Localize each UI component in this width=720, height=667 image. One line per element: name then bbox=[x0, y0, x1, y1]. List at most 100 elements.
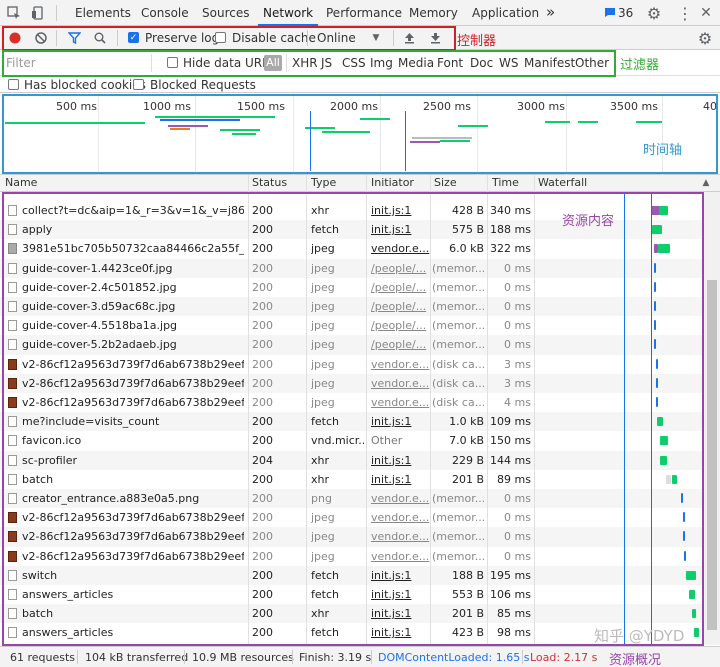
column-time[interactable]: Time bbox=[492, 176, 519, 189]
request-initiator[interactable]: vendor.e... bbox=[371, 242, 431, 255]
request-initiator[interactable]: vendor.e... bbox=[371, 396, 431, 409]
column-status[interactable]: Status bbox=[252, 176, 287, 189]
search-icon[interactable] bbox=[92, 30, 108, 46]
export-har-icon[interactable] bbox=[428, 30, 442, 46]
import-har-icon[interactable] bbox=[402, 30, 416, 46]
request-initiator[interactable]: init.js:1 bbox=[371, 415, 431, 428]
filter-css[interactable]: CSS bbox=[342, 56, 366, 70]
request-name[interactable]: collect?t=dc&aip=1&_r=3&v=1&_v=j86&ti... bbox=[22, 204, 244, 217]
request-initiator[interactable]: init.js:1 bbox=[371, 588, 431, 601]
request-initiator[interactable]: vendor.e... bbox=[371, 530, 431, 543]
column-initiator[interactable]: Initiator bbox=[371, 176, 414, 189]
request-name[interactable]: sc-profiler bbox=[22, 454, 244, 467]
request-name[interactable]: v2-86cf12a9563d739f7d6ab6738b29eef5_x... bbox=[22, 550, 244, 563]
tab-sources[interactable]: Sources bbox=[202, 6, 249, 20]
tab-memory[interactable]: Memory bbox=[409, 6, 458, 20]
tab-application[interactable]: Application bbox=[472, 6, 539, 20]
request-initiator[interactable]: init.js:1 bbox=[371, 626, 431, 639]
request-initiator[interactable]: /people/... bbox=[371, 338, 431, 351]
request-name[interactable]: batch bbox=[22, 473, 244, 486]
tab-console[interactable]: Console bbox=[141, 6, 189, 20]
table-row[interactable]: creator_entrance.a883e0a5.png 200 png vendo… bbox=[0, 489, 704, 509]
more-options-icon[interactable]: ⋮ bbox=[676, 4, 694, 23]
issues-icon[interactable] bbox=[604, 6, 616, 18]
filter-ws[interactable]: WS bbox=[499, 56, 518, 70]
column-waterfall[interactable]: Waterfall bbox=[538, 176, 587, 189]
request-name[interactable]: guide-cover-1.4423ce0f.jpg bbox=[22, 262, 244, 275]
request-name[interactable]: me?include=visits_count bbox=[22, 415, 244, 428]
request-initiator[interactable]: init.js:1 bbox=[371, 223, 431, 236]
request-name[interactable]: guide-cover-4.5518ba1a.jpg bbox=[22, 319, 244, 332]
table-row[interactable]: guide-cover-2.4c501852.jpg 200 jpeg/people… bbox=[0, 278, 704, 297]
request-name[interactable]: guide-cover-3.d59ac68c.jpg bbox=[22, 300, 244, 313]
request-initiator[interactable]: init.js:1 bbox=[371, 454, 431, 467]
request-initiator[interactable]: vendor.e... bbox=[371, 550, 431, 563]
request-name[interactable]: apply bbox=[22, 223, 244, 236]
table-row[interactable]: batch 200 xhr init.js:1 201 B 89 ms bbox=[0, 470, 704, 489]
blocked-requests-checkbox[interactable] bbox=[133, 79, 144, 90]
request-name[interactable]: v2-86cf12a9563d739f7d6ab6738b29eef5_xl..… bbox=[22, 530, 244, 543]
has-blocked-cookies-checkbox[interactable] bbox=[8, 79, 19, 90]
filter-all-button[interactable]: All bbox=[264, 55, 282, 71]
request-initiator[interactable]: /people/... bbox=[371, 300, 431, 313]
request-name[interactable]: answers_articles bbox=[22, 588, 244, 601]
request-name[interactable]: batch bbox=[22, 607, 244, 620]
inspect-element-icon[interactable] bbox=[6, 5, 22, 21]
table-row[interactable]: v2-86cf12a9563d739f7d6ab6738b29eef5_xl..… bbox=[0, 527, 704, 547]
filter-img[interactable]: Img bbox=[370, 56, 393, 70]
tab-elements[interactable]: Elements bbox=[75, 6, 131, 20]
more-tabs-button[interactable]: » bbox=[546, 3, 555, 21]
filter-xhr[interactable]: XHR bbox=[292, 56, 318, 70]
column-size[interactable]: Size bbox=[434, 176, 457, 189]
request-name[interactable]: v2-86cf12a9563d739f7d6ab6738b29eef5_xl..… bbox=[22, 358, 244, 371]
table-row[interactable]: 3981e51bc705b50732caa84466c2a55f_s.jpg 20… bbox=[0, 239, 704, 258]
clear-icon[interactable] bbox=[33, 30, 49, 46]
table-row[interactable]: v2-86cf12a9563d739f7d6ab6738b29eef5_xl..… bbox=[0, 355, 704, 374]
table-row[interactable]: favicon.ico 200 vnd.micr... Other 7.0 kB 150 … bbox=[0, 431, 704, 450]
request-initiator[interactable]: vendor.e... bbox=[371, 377, 431, 390]
table-row[interactable]: v2-86cf12a9563d739f7d6ab6738b29eef5_x...… bbox=[0, 393, 704, 412]
table-row[interactable]: guide-cover-4.5518ba1a.jpg 200 jpeg/people… bbox=[0, 316, 704, 335]
request-initiator[interactable]: vendor.e... bbox=[371, 511, 431, 524]
request-initiator[interactable]: /people/... bbox=[371, 281, 431, 294]
tab-performance[interactable]: Performance bbox=[326, 6, 402, 20]
request-name[interactable]: v2-86cf12a9563d739f7d6ab6738b29eef5_x... bbox=[22, 396, 244, 409]
sort-arrow-icon[interactable]: ▲ bbox=[700, 177, 712, 189]
settings-gear-icon[interactable]: ⚙ bbox=[645, 4, 663, 23]
table-row[interactable]: switch 200 fetch init.js:1 188 B 195 ms bbox=[0, 565, 704, 585]
request-initiator[interactable]: init.js:1 bbox=[371, 607, 431, 620]
filter-manifest[interactable]: Manifest bbox=[524, 56, 575, 70]
record-icon[interactable] bbox=[7, 30, 23, 46]
table-row[interactable]: batch 200 xhr init.js:1 201 B 85 ms bbox=[0, 604, 704, 624]
tab-network[interactable]: Network bbox=[263, 6, 313, 20]
request-initiator[interactable]: init.js:1 bbox=[371, 204, 431, 217]
vertical-scrollbar-thumb[interactable] bbox=[707, 280, 717, 630]
request-name[interactable]: creator_entrance.a883e0a5.png bbox=[22, 492, 244, 505]
issues-count[interactable]: 36 bbox=[618, 6, 633, 20]
request-initiator[interactable]: Other bbox=[371, 434, 431, 447]
request-name[interactable]: answers_articles bbox=[22, 626, 244, 639]
network-settings-gear-icon[interactable]: ⚙ bbox=[696, 29, 714, 48]
table-row[interactable]: guide-cover-1.4423ce0f.jpg 200 jpeg/people… bbox=[0, 258, 704, 278]
filter-font[interactable]: Font bbox=[437, 56, 463, 70]
filter-media[interactable]: Media bbox=[398, 56, 434, 70]
table-row[interactable]: answers_articles 200 fetch init.js:1 553 B 10… bbox=[0, 585, 704, 604]
request-name[interactable]: v2-86cf12a9563d739f7d6ab6738b29eef5_is..… bbox=[22, 377, 244, 390]
hide-data-urls-checkbox[interactable] bbox=[167, 57, 178, 68]
timeline-overview[interactable]: 500 ms 1000 ms 1500 ms 2000 ms 2500 ms 3… bbox=[0, 93, 720, 175]
table-row[interactable]: me?include=visits_count 200 fetch init.js:1… bbox=[0, 412, 704, 432]
filter-icon[interactable] bbox=[66, 30, 82, 46]
table-row[interactable]: guide-cover-5.2b2adaeb.jpg 200 jpeg/people… bbox=[0, 335, 704, 355]
table-row[interactable]: v2-86cf12a9563d739f7d6ab6738b29eef5_x...… bbox=[0, 547, 704, 566]
filter-js[interactable]: JS bbox=[321, 56, 332, 70]
request-initiator[interactable]: init.js:1 bbox=[371, 569, 431, 582]
request-name[interactable]: 3981e51bc705b50732caa84466c2a55f_s.jpg bbox=[22, 242, 244, 255]
request-name[interactable]: switch bbox=[22, 569, 244, 582]
table-row[interactable]: guide-cover-3.d59ac68c.jpg 200 jpeg/people… bbox=[0, 297, 704, 317]
request-initiator[interactable]: /people/... bbox=[371, 262, 431, 275]
throttling-select[interactable]: Online bbox=[317, 31, 356, 45]
request-name[interactable]: v2-86cf12a9563d739f7d6ab6738b29eef5_is..… bbox=[22, 511, 244, 524]
table-row[interactable]: sc-profiler 204 xhr init.js:1 229 B 144 ms bbox=[0, 450, 704, 470]
request-initiator[interactable]: /people/... bbox=[371, 319, 431, 332]
request-initiator[interactable]: init.js:1 bbox=[371, 473, 431, 486]
